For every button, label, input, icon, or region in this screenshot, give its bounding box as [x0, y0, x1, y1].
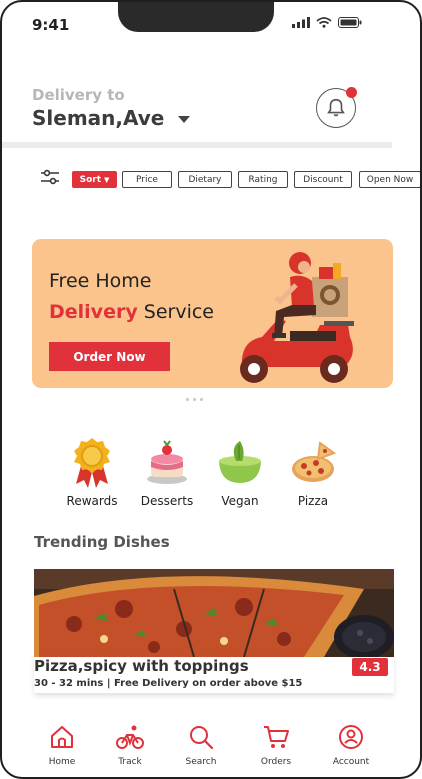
- location-name: Sleman,Ave: [32, 106, 165, 130]
- nav-label: Home: [48, 757, 76, 767]
- filter-chip-open-now[interactable]: Open Now: [359, 171, 420, 188]
- nav-label: Orders: [260, 757, 292, 767]
- nav-orders[interactable]: Orders: [246, 722, 306, 767]
- sort-button[interactable]: Sort ▼: [72, 171, 117, 188]
- promo-banner[interactable]: Free Home Delivery Service Order Now: [32, 239, 393, 388]
- filter-chip-rating[interactable]: Rating: [238, 171, 288, 188]
- category-label: Vegan: [221, 494, 259, 508]
- chevron-down-icon: [178, 115, 191, 123]
- dish-meta: 30 - 32 mins | Free Delivery on order ab…: [34, 678, 303, 689]
- cart-icon: [264, 726, 289, 748]
- phone-frame: 9:41 Delivery to Sleman,Ave Sort ▼ Price…: [0, 0, 422, 779]
- category-vegan[interactable]: Vegan: [200, 436, 280, 508]
- filter-chip-discount[interactable]: Discount: [294, 171, 352, 188]
- banner-heading-line1: Free Home: [49, 270, 152, 292]
- dish-card-info[interactable]: Pizza,spicy with toppings 30 - 32 mins |…: [34, 657, 394, 693]
- nav-track[interactable]: Track: [100, 722, 160, 767]
- rating-badge: 4.3: [352, 658, 388, 676]
- nav-home[interactable]: Home: [32, 722, 92, 767]
- order-now-button[interactable]: Order Now: [49, 342, 170, 371]
- category-label: Desserts: [140, 494, 194, 508]
- nav-label: Search: [185, 757, 217, 767]
- category-pizza[interactable]: Pizza: [273, 436, 353, 508]
- sort-caret-icon: ▼: [104, 175, 110, 184]
- category-rewards[interactable]: Rewards: [52, 436, 132, 508]
- pizza-photo: [34, 569, 394, 657]
- filter-sliders-icon[interactable]: [40, 169, 60, 185]
- filter-chip-price[interactable]: Price: [122, 171, 172, 188]
- nav-account[interactable]: Account: [321, 722, 381, 767]
- trending-dishes-title: Trending Dishes: [34, 533, 170, 551]
- category-desserts[interactable]: Desserts: [127, 436, 207, 508]
- banner-heading-line2: Delivery Service: [49, 301, 214, 323]
- carousel-dots[interactable]: [186, 398, 203, 401]
- filter-chip-dietary[interactable]: Dietary: [178, 171, 232, 188]
- medal-icon: [74, 438, 110, 488]
- category-label: Rewards: [66, 494, 118, 508]
- account-icon: [339, 725, 363, 749]
- dish-image[interactable]: [34, 569, 394, 657]
- status-time: 9:41: [32, 16, 70, 34]
- status-icons: [292, 17, 362, 28]
- nav-label: Track: [118, 757, 142, 767]
- signal-icon: [292, 17, 310, 28]
- notification-dot: [346, 87, 357, 98]
- category-label: Pizza: [297, 494, 329, 508]
- search-icon: [190, 726, 214, 750]
- battery-icon: [338, 17, 362, 28]
- vegan-bowl-icon: [219, 441, 261, 483]
- location-selector[interactable]: Sleman,Ave: [32, 106, 191, 130]
- nav-label: Account: [332, 757, 370, 767]
- sort-label: Sort: [79, 174, 101, 185]
- bottom-nav: Home Track Search Orders Account: [2, 702, 420, 777]
- bicycle-icon: [116, 725, 144, 749]
- header-divider: [2, 142, 392, 148]
- dish-name: Pizza,spicy with toppings: [34, 657, 249, 675]
- bell-icon: [327, 98, 345, 117]
- wifi-icon: [316, 17, 332, 28]
- delivery-scooter-illustration: [240, 252, 354, 383]
- pizza-icon: [292, 441, 336, 482]
- phone-notch: [118, 2, 274, 32]
- home-icon: [51, 726, 73, 748]
- nav-search[interactable]: Search: [171, 722, 231, 767]
- notification-button[interactable]: [316, 87, 357, 128]
- cake-icon: [147, 440, 187, 484]
- delivery-to-label: Delivery to: [32, 86, 125, 104]
